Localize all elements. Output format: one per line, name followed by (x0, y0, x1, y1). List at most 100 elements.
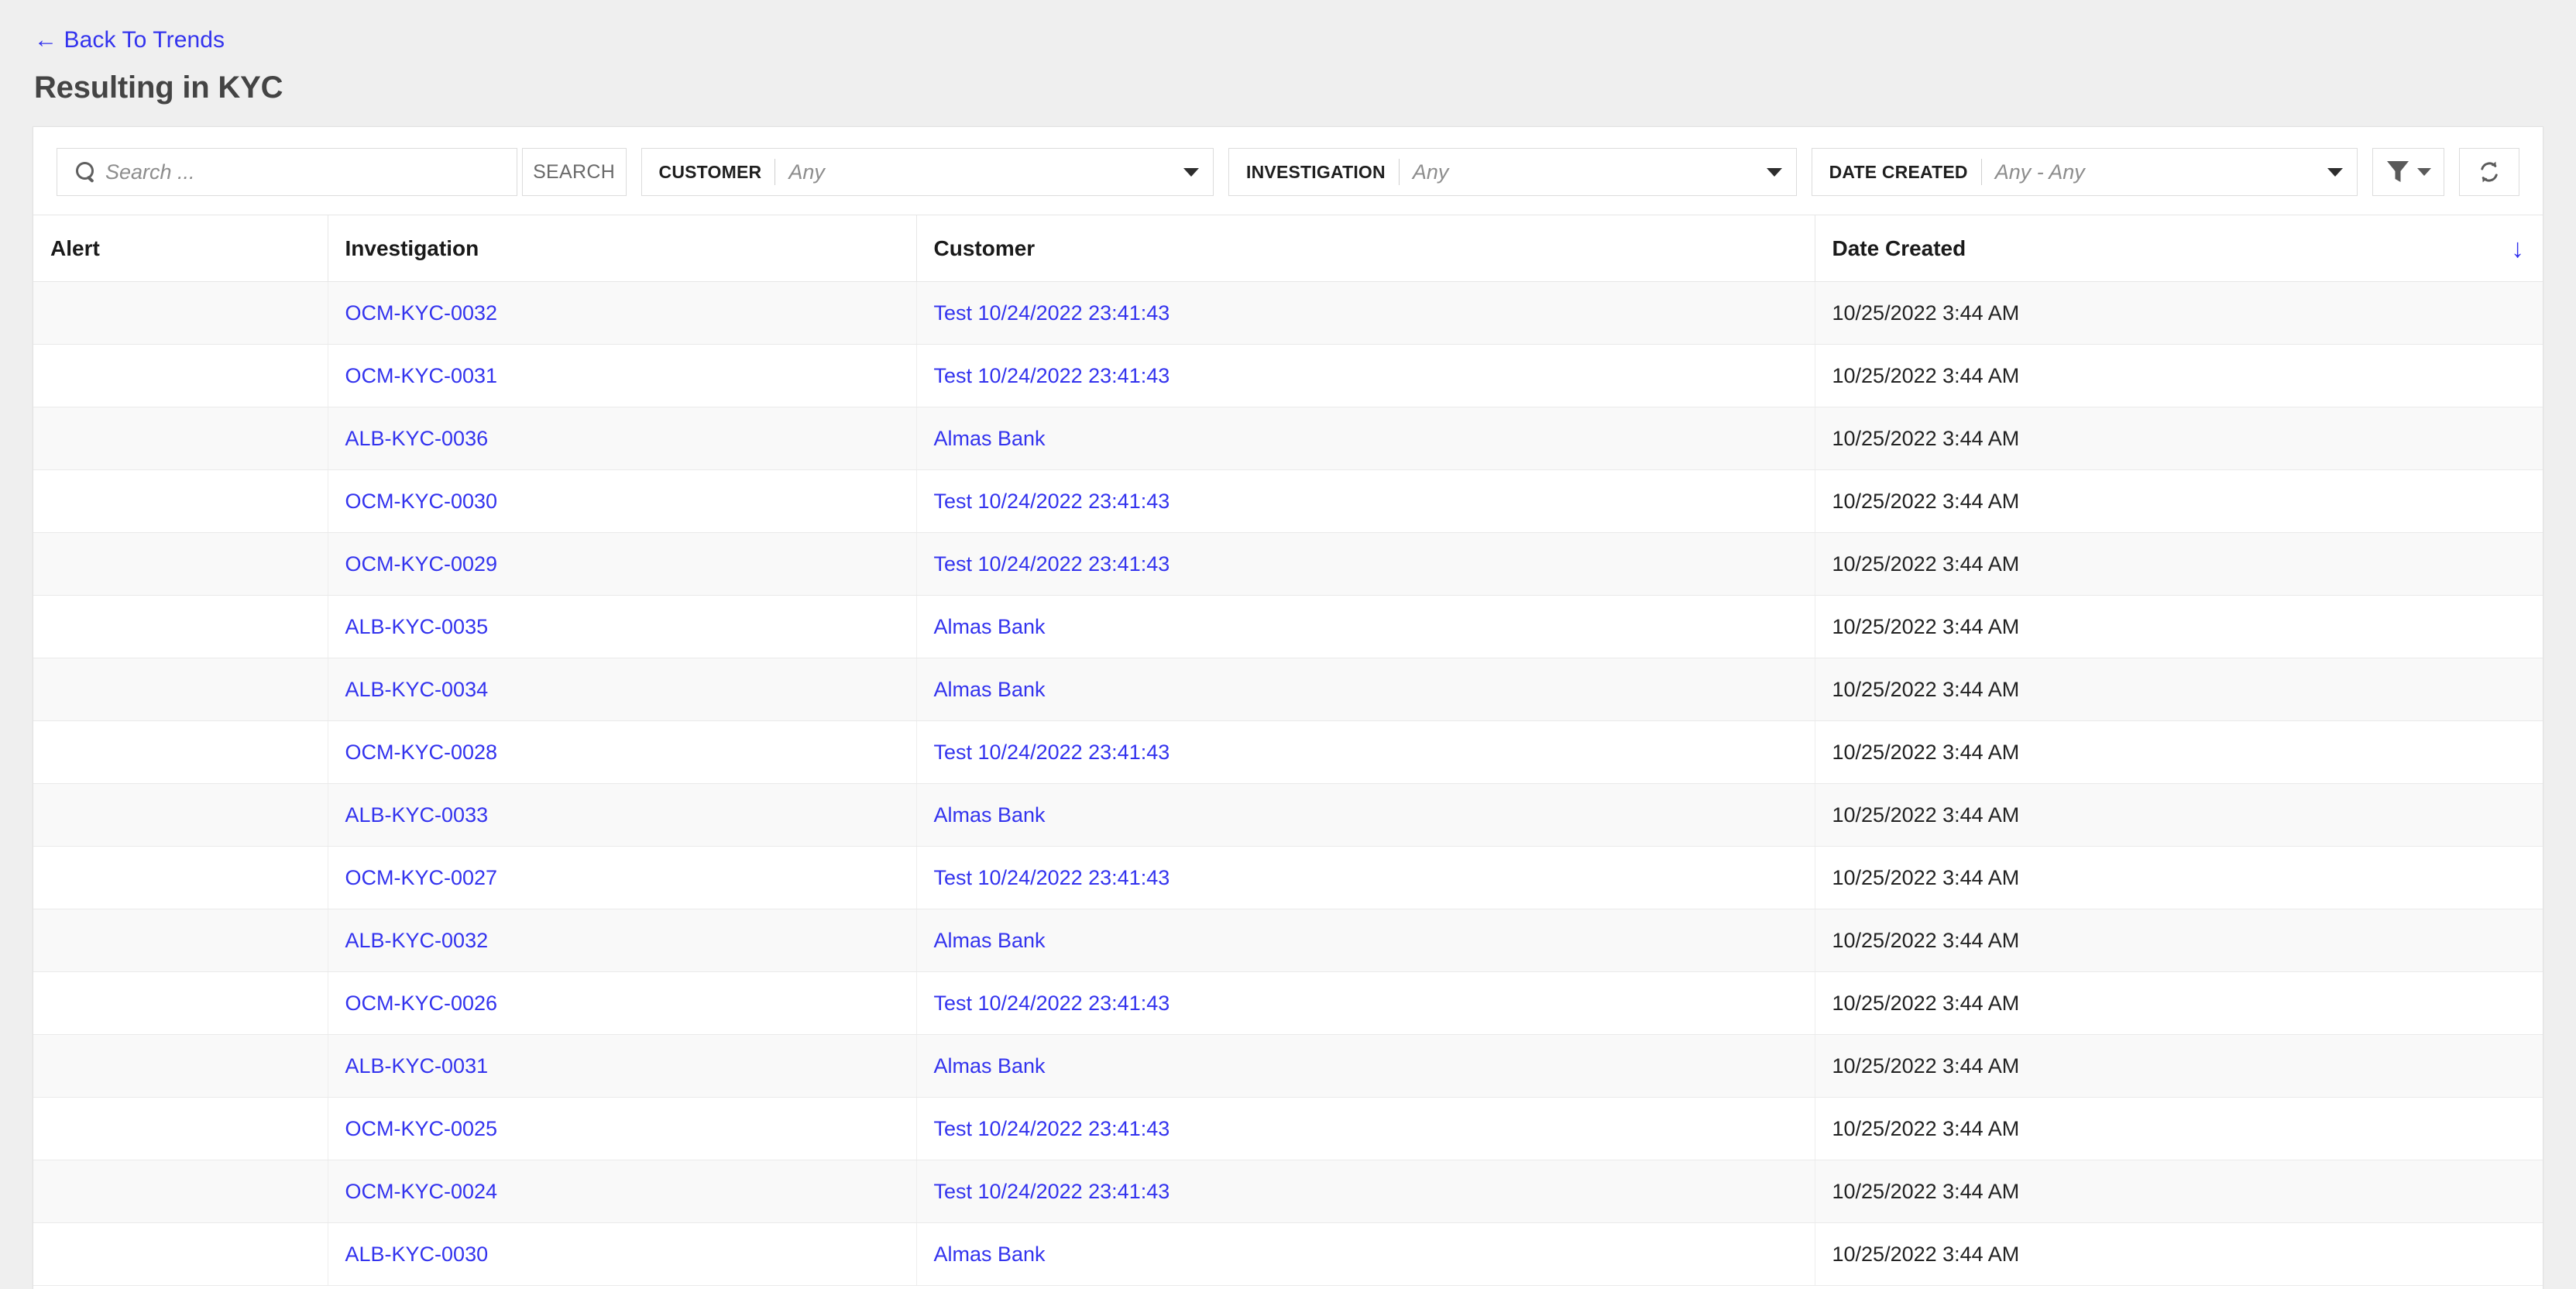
customer-link[interactable]: Almas Bank (934, 615, 1046, 638)
cell-customer: Almas Bank (915, 407, 1815, 470)
table-row[interactable]: OCM-KYC-0028 Test 10/24/2022 23:41:43 10/2… (33, 720, 2543, 784)
investigation-link[interactable]: OCM-KYC-0024 (345, 1180, 498, 1203)
refresh-button[interactable] (2459, 148, 2519, 196)
cell-customer: Test 10/24/2022 23:41:43 (915, 532, 1815, 596)
investigation-link[interactable]: OCM-KYC-0032 (345, 301, 498, 325)
customer-filter-label: CUSTOMER (658, 161, 762, 182)
cell-investigation: ALB-KYC-0031 (327, 1034, 916, 1098)
cell-investigation: ALB-KYC-0033 (327, 783, 916, 847)
investigation-link[interactable]: OCM-KYC-0027 (345, 866, 498, 889)
investigation-link[interactable]: ALB-KYC-0030 (345, 1243, 489, 1266)
table-row[interactable]: ALB-KYC-0033 Almas Bank 10/25/2022 3:44 AM (33, 783, 2543, 847)
cell-date-created: 10/25/2022 3:44 AM (1814, 720, 2543, 784)
cell-investigation: OCM-KYC-0025 (327, 1097, 916, 1160)
customer-link[interactable]: Almas Bank (934, 929, 1046, 952)
table-row[interactable]: OCM-KYC-0031 Test 10/24/2022 23:41:43 10/2… (33, 344, 2543, 407)
investigation-link[interactable]: OCM-KYC-0031 (345, 364, 498, 387)
investigation-link[interactable]: OCM-KYC-0030 (345, 490, 498, 513)
cell-date-created: 10/25/2022 3:44 AM (1814, 909, 2543, 972)
column-header-date-created-label: Date Created (1832, 236, 1966, 260)
investigation-link[interactable]: ALB-KYC-0035 (345, 615, 489, 638)
investigation-filter-label: INVESTIGATION (1246, 161, 1386, 182)
page-header: ← Back To Trends Resulting in KYC (0, 0, 2576, 105)
date-created-filter-label: DATE CREATED (1829, 161, 1968, 182)
table-row[interactable]: OCM-KYC-0030 Test 10/24/2022 23:41:43 10/2… (33, 469, 2543, 533)
customer-link[interactable]: Almas Bank (934, 427, 1046, 450)
table-row[interactable]: ALB-KYC-0032 Almas Bank 10/25/2022 3:44 AM (33, 909, 2543, 972)
search-input[interactable] (105, 160, 517, 184)
customer-link[interactable]: Almas Bank (934, 1243, 1046, 1266)
investigation-link[interactable]: ALB-KYC-0032 (345, 929, 489, 952)
search-button[interactable]: SEARCH (521, 148, 627, 196)
table-row[interactable]: ALB-KYC-0030 Almas Bank 10/25/2022 3:44 AM (33, 1222, 2543, 1286)
customer-link[interactable]: Test 10/24/2022 23:41:43 (934, 490, 1170, 513)
column-header-alert[interactable]: Alert (33, 215, 328, 282)
cell-date-created: 10/25/2022 3:44 AM (1814, 1097, 2543, 1160)
customer-filter-value: Any (788, 160, 825, 184)
cell-date-created: 10/25/2022 3:44 AM (1814, 281, 2543, 345)
filter-options-button[interactable] (2372, 148, 2445, 196)
customer-link[interactable]: Test 10/24/2022 23:41:43 (934, 741, 1170, 764)
customer-link[interactable]: Test 10/24/2022 23:41:43 (934, 364, 1170, 387)
customer-link[interactable]: Test 10/24/2022 23:41:43 (934, 866, 1170, 889)
customer-link[interactable]: Test 10/24/2022 23:41:43 (934, 1117, 1170, 1140)
investigation-link[interactable]: ALB-KYC-0033 (345, 803, 489, 827)
customer-link[interactable]: Almas Bank (934, 678, 1046, 701)
customer-link[interactable]: Almas Bank (934, 1054, 1046, 1078)
results-table: Alert Investigation Customer Date Create… (33, 215, 2543, 1286)
customer-filter-select[interactable]: CUSTOMER Any (641, 148, 1214, 196)
cell-date-created: 10/25/2022 3:44 AM (1814, 846, 2543, 909)
table-row[interactable]: ALB-KYC-0034 Almas Bank 10/25/2022 3:44 AM (33, 658, 2543, 721)
investigation-link[interactable]: ALB-KYC-0034 (345, 678, 489, 701)
cell-investigation: OCM-KYC-0032 (327, 281, 916, 345)
table-row[interactable]: ALB-KYC-0035 Almas Bank 10/25/2022 3:44 AM (33, 595, 2543, 658)
table-row[interactable]: OCM-KYC-0027 Test 10/24/2022 23:41:43 10/2… (33, 846, 2543, 909)
customer-link[interactable]: Test 10/24/2022 23:41:43 (934, 301, 1170, 325)
search-field-wrapper[interactable] (57, 148, 517, 196)
investigation-link[interactable]: OCM-KYC-0029 (345, 552, 498, 576)
cell-investigation: OCM-KYC-0026 (327, 971, 916, 1035)
sort-descending-icon[interactable]: ↓ (2511, 235, 2524, 262)
table-row[interactable]: OCM-KYC-0024 Test 10/24/2022 23:41:43 10/2… (33, 1160, 2543, 1223)
back-to-trends-link[interactable]: ← Back To Trends (34, 26, 225, 54)
column-header-date-created[interactable]: Date Created ↓ (1814, 215, 2543, 282)
cell-alert (33, 1160, 328, 1223)
table-row[interactable]: ALB-KYC-0031 Almas Bank 10/25/2022 3:44 AM (33, 1034, 2543, 1098)
cell-date-created: 10/25/2022 3:44 AM (1814, 344, 2543, 407)
cell-investigation: OCM-KYC-0024 (327, 1160, 916, 1223)
customer-link[interactable]: Almas Bank (934, 803, 1046, 827)
cell-investigation: OCM-KYC-0029 (327, 532, 916, 596)
cell-date-created: 10/25/2022 3:44 AM (1814, 1222, 2543, 1286)
customer-link[interactable]: Test 10/24/2022 23:41:43 (934, 992, 1170, 1015)
chevron-down-icon (1183, 167, 1200, 177)
content-card: SEARCH CUSTOMER Any INVESTIGATION Any DA… (33, 126, 2543, 1289)
customer-link[interactable]: Test 10/24/2022 23:41:43 (934, 1180, 1170, 1203)
column-header-customer[interactable]: Customer (915, 215, 1815, 282)
cell-investigation: ALB-KYC-0035 (327, 595, 916, 658)
cell-date-created: 10/25/2022 3:44 AM (1814, 1034, 2543, 1098)
investigation-link[interactable]: OCM-KYC-0025 (345, 1117, 498, 1140)
table-row[interactable]: ALB-KYC-0036 Almas Bank 10/25/2022 3:44 AM (33, 407, 2543, 470)
date-created-filter-select[interactable]: DATE CREATED Any - Any (1811, 148, 2358, 196)
cell-date-created: 10/25/2022 3:44 AM (1814, 783, 2543, 847)
investigation-filter-select[interactable]: INVESTIGATION Any (1228, 148, 1797, 196)
cell-customer: Almas Bank (915, 1034, 1815, 1098)
date-created-filter-value: Any - Any (1994, 160, 2085, 184)
investigation-link[interactable]: ALB-KYC-0036 (345, 427, 489, 450)
cell-customer: Test 10/24/2022 23:41:43 (915, 469, 1815, 533)
cell-customer: Test 10/24/2022 23:41:43 (915, 281, 1815, 345)
investigation-link[interactable]: OCM-KYC-0026 (345, 992, 498, 1015)
table-row[interactable]: OCM-KYC-0025 Test 10/24/2022 23:41:43 10/2… (33, 1097, 2543, 1160)
column-header-investigation[interactable]: Investigation (327, 215, 916, 282)
customer-link[interactable]: Test 10/24/2022 23:41:43 (934, 552, 1170, 576)
table-row[interactable]: OCM-KYC-0026 Test 10/24/2022 23:41:43 10/2… (33, 971, 2543, 1035)
table-row[interactable]: OCM-KYC-0032 Test 10/24/2022 23:41:43 10/2… (33, 281, 2543, 345)
table-header-row: Alert Investigation Customer Date Create… (33, 215, 2543, 282)
investigation-link[interactable]: ALB-KYC-0031 (345, 1054, 489, 1078)
cell-alert (33, 1034, 328, 1098)
table-row[interactable]: OCM-KYC-0029 Test 10/24/2022 23:41:43 10/2… (33, 532, 2543, 596)
cell-alert (33, 407, 328, 470)
cell-investigation: ALB-KYC-0032 (327, 909, 916, 972)
investigation-link[interactable]: OCM-KYC-0028 (345, 741, 498, 764)
cell-investigation: OCM-KYC-0031 (327, 344, 916, 407)
